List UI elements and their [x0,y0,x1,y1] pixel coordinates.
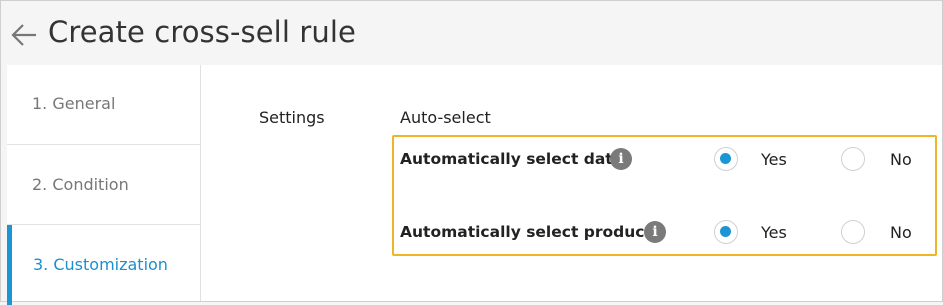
step-condition[interactable]: 2. Condition [7,145,200,225]
step-general[interactable]: 1. General [7,65,200,145]
info-icon[interactable]: i [610,148,632,170]
step-label: 1. General [32,94,116,113]
page-header: Create cross-sell rule [1,1,942,65]
app-window: Create cross-sell rule 1. General 2. Con… [0,0,943,305]
yes-label: Yes [761,223,787,242]
auto-select-products-yes-radio[interactable] [714,220,738,244]
page-title: Create cross-sell rule [48,15,356,49]
auto-select-date-label: Automatically select date [400,150,624,168]
no-label: No [890,150,912,169]
auto-select-date-no-radio[interactable] [841,147,865,171]
steps-sidebar: 1. General 2. Condition 3. Customization [7,65,201,305]
settings-label: Settings [259,108,325,127]
info-icon[interactable]: i [644,221,666,243]
auto-select-heading: Auto-select [400,108,491,127]
content-panel: 1. General 2. Condition 3. Customization… [7,65,942,305]
yes-label: Yes [761,150,787,169]
auto-select-date-yes-radio[interactable] [714,147,738,171]
step-label: 2. Condition [32,175,129,194]
customization-form: Settings Auto-select Automatically selec… [201,65,942,301]
auto-select-products-label: Automatically select products [400,223,662,241]
step-label: 3. Customization [33,255,168,274]
auto-select-products-no-radio[interactable] [841,220,865,244]
no-label: No [890,223,912,242]
arrow-left-icon[interactable] [10,21,38,49]
step-customization[interactable]: 3. Customization [7,225,200,305]
